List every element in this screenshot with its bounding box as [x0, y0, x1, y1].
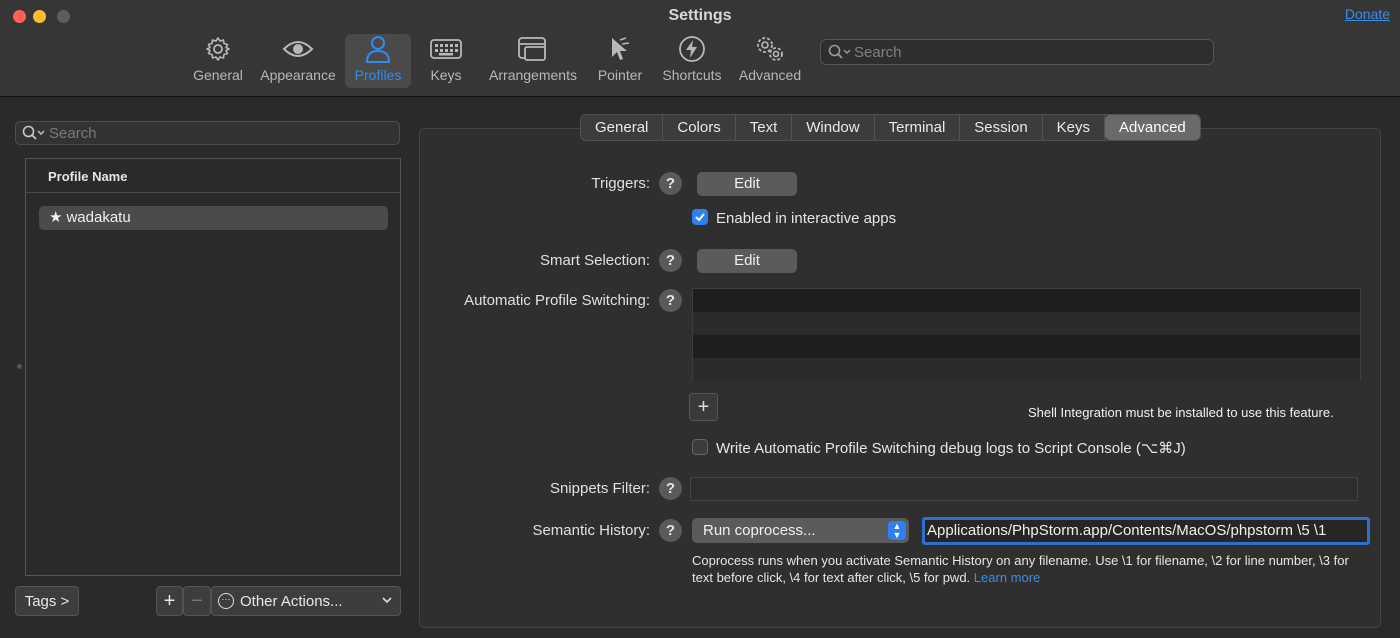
profile-search-placeholder: Search: [49, 125, 97, 142]
table-row: [693, 335, 1360, 358]
semantic-history-help-text: Coprocess runs when you activate Semanti…: [692, 552, 1362, 586]
tab-keys[interactable]: Keys: [1043, 115, 1106, 140]
tab-general[interactable]: General: [581, 115, 664, 140]
semantic-history-label: Semantic History:: [532, 522, 650, 539]
semantic-history-command-input[interactable]: Applications/PhpStorm.app/Contents/MacOS…: [922, 517, 1370, 545]
eye-icon: [256, 34, 340, 64]
triggers-help-button[interactable]: ?: [659, 172, 682, 195]
profile-table: Profile Name ★ wadakatu: [25, 158, 401, 576]
triggers-label: Triggers:: [591, 175, 650, 192]
auto-profile-switching-help-button[interactable]: ?: [659, 289, 682, 312]
smart-selection-help-button[interactable]: ?: [659, 249, 682, 272]
smart-selection-label: Smart Selection:: [539, 252, 650, 269]
toolbar-shortcuts[interactable]: Shortcuts: [658, 34, 726, 88]
semantic-history-help-button[interactable]: ?: [659, 519, 682, 542]
gear-icon: [190, 34, 246, 64]
add-profile-button[interactable]: +: [156, 586, 183, 616]
remove-profile-button[interactable]: −: [183, 586, 211, 616]
window-title: Settings: [668, 7, 732, 24]
semantic-history-action-select[interactable]: Run coprocess... ▲ ▼: [692, 518, 909, 543]
toolbar-advanced-label: Advanced: [738, 67, 802, 83]
split-view-handle[interactable]: [17, 364, 22, 369]
keyboard-icon: [424, 34, 468, 64]
toolbar-general[interactable]: General: [190, 34, 246, 88]
add-rule-button[interactable]: +: [689, 393, 718, 421]
gears-icon: [736, 34, 804, 64]
toolbar-profiles[interactable]: Profiles: [345, 34, 411, 88]
debug-logs-label: Write Automatic Profile Switching debug …: [716, 440, 1186, 457]
search-icon: [22, 125, 46, 146]
pointer-icon: [594, 34, 646, 64]
more-icon: ···: [218, 593, 234, 609]
search-icon: [828, 44, 852, 65]
person-icon: [345, 34, 411, 64]
updown-chevron-icon: ▲ ▼: [888, 521, 906, 540]
window-toolbar: Settings Donate General Appearance Profi…: [0, 0, 1400, 97]
toolbar-search-field[interactable]: Search: [820, 39, 1214, 65]
toolbar-pointer-label: Pointer: [597, 67, 643, 83]
windows-icon: [484, 34, 582, 64]
tags-button[interactable]: Tags >: [15, 586, 79, 616]
snippets-filter-help-button[interactable]: ?: [659, 477, 682, 500]
debug-logs-checkbox[interactable]: [692, 439, 708, 455]
tab-text[interactable]: Text: [736, 115, 793, 140]
toolbar-keys[interactable]: Keys: [424, 34, 468, 88]
profile-search-field[interactable]: Search: [15, 121, 400, 145]
toolbar-appearance[interactable]: Appearance: [256, 34, 340, 88]
table-row: [693, 358, 1360, 381]
triggers-edit-button[interactable]: Edit: [697, 172, 797, 196]
table-row: [693, 312, 1360, 335]
toolbar-keys-label: Keys: [430, 67, 462, 83]
lightning-icon: [658, 34, 726, 64]
profile-name-column-header[interactable]: Profile Name: [26, 159, 400, 193]
toolbar-pointer[interactable]: Pointer: [594, 34, 646, 88]
tab-colors[interactable]: Colors: [663, 115, 736, 140]
toolbar-shortcuts-label: Shortcuts: [662, 67, 722, 83]
toolbar-arrangements-label: Arrangements: [489, 67, 577, 83]
shell-integration-note: Shell Integration must be installed to u…: [1028, 405, 1334, 420]
toolbar-appearance-label: Appearance: [260, 67, 336, 83]
toolbar-profiles-label: Profiles: [354, 67, 402, 83]
enabled-interactive-apps-label: Enabled in interactive apps: [716, 210, 897, 227]
tab-advanced[interactable]: Advanced: [1105, 115, 1200, 140]
profile-tabs: General Colors Text Window Terminal Sess…: [580, 114, 1201, 141]
snippets-filter-label: Snippets Filter:: [549, 480, 650, 497]
tab-session[interactable]: Session: [960, 115, 1043, 140]
tab-terminal[interactable]: Terminal: [875, 115, 961, 140]
learn-more-link[interactable]: Learn more: [974, 570, 1040, 585]
toolbar-general-label: General: [193, 67, 243, 83]
profile-name: wadakatu: [66, 209, 131, 226]
table-row: [693, 289, 1360, 312]
star-icon: ★: [49, 209, 63, 226]
checkmark-icon: [695, 213, 705, 222]
semantic-history-action-value: Run coprocess...: [703, 522, 816, 539]
other-actions-button[interactable]: ··· Other Actions...: [211, 586, 401, 616]
auto-profile-switching-label: Automatic Profile Switching:: [464, 292, 650, 309]
enabled-interactive-apps-checkbox[interactable]: [692, 209, 708, 225]
smart-selection-edit-button[interactable]: Edit: [697, 249, 797, 273]
toolbar-search-placeholder: Search: [854, 44, 902, 61]
chevron-down-icon: [380, 593, 394, 611]
other-actions-label: Other Actions...: [240, 592, 343, 610]
auto-profile-switching-rules-table[interactable]: [692, 288, 1361, 381]
toolbar-arrangements[interactable]: Arrangements: [484, 34, 582, 88]
snippets-filter-input[interactable]: [690, 477, 1358, 501]
table-row[interactable]: ★ wadakatu: [39, 206, 388, 230]
tab-window[interactable]: Window: [792, 115, 875, 140]
donate-link[interactable]: Donate: [1345, 6, 1390, 22]
toolbar-advanced[interactable]: Advanced: [736, 34, 804, 88]
